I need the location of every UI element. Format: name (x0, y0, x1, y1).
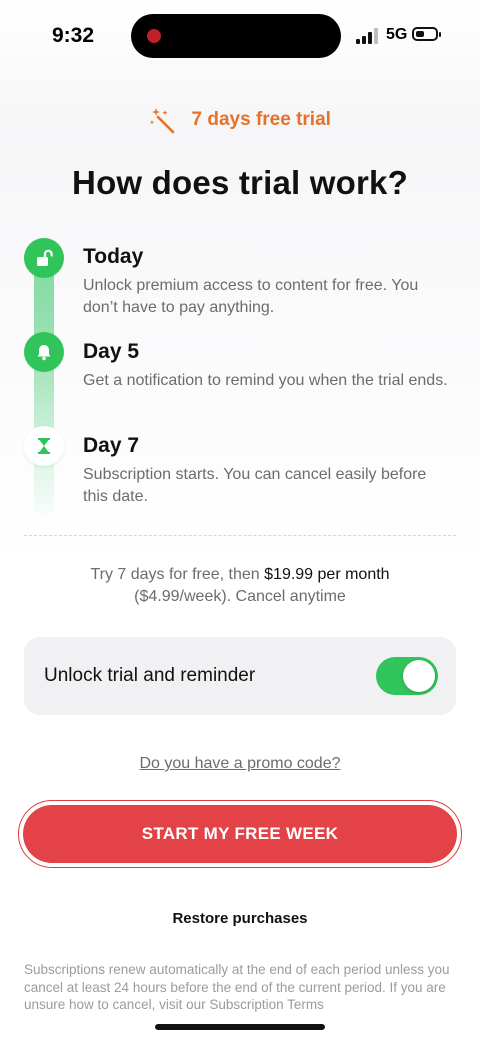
switch-knob (403, 660, 435, 692)
magic-wand-icon (149, 108, 175, 134)
recording-indicator-icon (147, 29, 161, 43)
trial-badge: 7 days free trial (0, 106, 480, 134)
network-type: 5G (386, 26, 408, 43)
promo-code-row: Do you have a promo code? (0, 755, 480, 773)
promo-code-link[interactable]: Do you have a promo code? (139, 755, 340, 772)
divider (24, 535, 456, 536)
timeline-step-title: Day 5 (83, 340, 140, 363)
bell-icon (24, 332, 64, 372)
start-free-week-button[interactable]: START MY FREE WEEK (23, 805, 457, 863)
home-indicator (155, 1024, 325, 1030)
timeline-step-title: Today (83, 245, 144, 268)
timeline-step-description: Unlock premium access to content for fre… (83, 277, 419, 316)
reminder-toggle-label: Unlock trial and reminder (44, 665, 256, 686)
dynamic-island (131, 14, 341, 58)
pricing-prefix: Try 7 days for free, then (90, 566, 265, 583)
status-time: 9:32 (52, 24, 95, 47)
status-bar: 9:32 5G (0, 0, 480, 72)
subscription-terms-link[interactable]: Subscription Terms (209, 997, 324, 1012)
cta-button-outline: START MY FREE WEEK (18, 800, 462, 868)
pricing-price: $19.99 per month (264, 566, 390, 583)
page-title: How does trial work? (72, 164, 408, 201)
restore-purchases-button[interactable]: Restore purchases (0, 910, 480, 927)
battery-icon (412, 27, 441, 41)
reminder-toggle-card: Unlock trial and reminder (24, 637, 456, 715)
hourglass-icon (24, 426, 64, 466)
timeline-step-title: Day 7 (83, 434, 140, 457)
unlock-icon (24, 238, 64, 278)
cellular-signal-icon (356, 28, 380, 44)
reminder-toggle-switch[interactable] (376, 657, 438, 695)
timeline-track (34, 250, 54, 520)
pricing-suffix: ($4.99/week). Cancel anytime (134, 588, 346, 605)
pricing-text: Try 7 days for free, then $19.99 per mon… (40, 564, 440, 608)
legal-text: Subscriptions renew automatically at the… (24, 961, 456, 1014)
timeline-step-description: Subscription starts. You can cancel easi… (83, 466, 427, 505)
timeline-step-description: Get a notification to remind you when th… (83, 372, 448, 389)
trial-badge-text: 7 days free trial (191, 109, 331, 130)
